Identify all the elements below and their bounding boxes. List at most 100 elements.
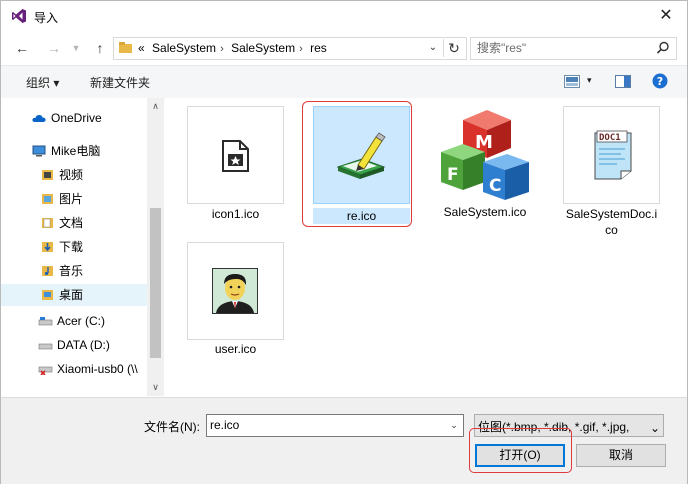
search-input[interactable] xyxy=(471,38,652,57)
sidebar-item-label: 视频 xyxy=(59,168,84,182)
refresh-button[interactable]: ↻ xyxy=(443,39,464,57)
view-options-icon[interactable] xyxy=(564,75,580,88)
sidebar-item-label: Mike电脑 xyxy=(51,144,101,158)
sidebar-item-computer[interactable]: Mike电脑 xyxy=(31,140,100,162)
icon1-file-icon xyxy=(222,140,249,172)
selection-highlight-box xyxy=(302,101,412,227)
arrow-up-icon: ↑ xyxy=(96,40,104,56)
pictures-folder-icon xyxy=(42,194,53,204)
sidebar-item-pictures[interactable]: 图片 xyxy=(41,188,83,210)
forward-button[interactable]: → xyxy=(43,37,65,59)
visual-studio-icon xyxy=(12,9,26,23)
downloads-folder-icon xyxy=(42,242,53,252)
chevron-down-icon: ⌄ xyxy=(650,421,661,435)
sidebar-item-label: Acer (C:) xyxy=(57,314,105,328)
chevron-down-icon: ▼ xyxy=(71,43,81,53)
breadcrumb-item[interactable]: res xyxy=(310,41,327,55)
drive-icon xyxy=(38,343,53,350)
chevron-right-icon[interactable]: › xyxy=(220,43,224,55)
breadcrumb-item[interactable]: SaleSystem xyxy=(152,41,216,55)
organize-menu[interactable]: 组织 ▾ xyxy=(26,74,59,91)
scroll-thumb[interactable] xyxy=(150,208,161,358)
sidebar-item-label: 文档 xyxy=(59,216,84,230)
svg-text:?: ? xyxy=(657,75,663,88)
file-item-user[interactable]: user.ico xyxy=(187,242,284,358)
video-folder-icon xyxy=(42,170,53,180)
sidebar-item-music[interactable]: 音乐 xyxy=(41,260,83,282)
scroll-up-button[interactable]: ∧ xyxy=(147,98,164,115)
search-box[interactable] xyxy=(470,37,677,60)
address-bar[interactable]: « SaleSystem › SaleSystem › res ⌄ ↻ xyxy=(113,37,467,60)
documents-folder-icon xyxy=(42,218,53,228)
arrow-right-icon: → xyxy=(47,40,61,56)
view-dropdown[interactable]: ▾ xyxy=(587,75,592,86)
chevron-down-icon: ⌄ xyxy=(428,42,438,53)
window-title: 导入 xyxy=(34,11,59,25)
sidebar-item-label: 桌面 xyxy=(59,288,84,302)
file-name: icon1.ico xyxy=(211,207,260,221)
chevron-up-icon: ∧ xyxy=(152,101,159,111)
recent-locations-button[interactable]: ▼ xyxy=(65,37,87,59)
file-name: SaleSystemDoc.i xyxy=(565,207,658,221)
svg-text:F: F xyxy=(447,165,459,185)
arrow-left-icon: ← xyxy=(15,40,29,56)
breadcrumb-overflow[interactable]: « xyxy=(138,41,145,55)
search-icon xyxy=(656,41,669,54)
svg-text:DOC1: DOC1 xyxy=(599,133,621,143)
file-list: icon1.ico re.ico M F C SaleSystem.ico DO… xyxy=(165,98,687,396)
filename-label: 文件名(N): xyxy=(144,420,200,434)
filename-combobox[interactable]: ⌄ xyxy=(206,414,464,437)
music-folder-icon xyxy=(42,266,53,276)
file-thumbnail xyxy=(187,106,284,204)
cloud-icon xyxy=(32,115,46,122)
sidebar-item-onedrive[interactable]: OneDrive xyxy=(31,107,102,129)
network-drive-icon xyxy=(38,366,53,375)
scroll-down-button[interactable]: ∨ xyxy=(147,379,164,396)
open-file-dialog: 导入 ✕ ← → ▼ ↑ « SaleSystem › SaleSystem › r… xyxy=(0,0,688,484)
sidebar-item-label: 音乐 xyxy=(59,264,84,278)
desktop-folder-icon xyxy=(42,290,53,300)
sidebar-item-label: 下载 xyxy=(59,240,84,254)
navigation-pane: OneDrive Mike电脑 视频 图片 文档 下载 音乐 桌面 Acer (… xyxy=(1,98,164,396)
sidebar-scrollbar[interactable]: ∧ ∨ xyxy=(147,98,164,396)
sidebar-item-drive-d[interactable]: DATA (D:) xyxy=(37,334,110,356)
sidebar-item-documents[interactable]: 文档 xyxy=(41,212,83,234)
file-thumbnail: DOC1 xyxy=(563,106,660,204)
folder-icon xyxy=(119,42,132,53)
chevron-down-icon: ⌄ xyxy=(450,420,458,430)
mfc-cubes-icon: M F C xyxy=(441,110,529,200)
sidebar-item-network-drive[interactable]: Xiaomi-usb0 (\\ xyxy=(37,358,138,380)
sidebar-item-drive-c[interactable]: Acer (C:) xyxy=(37,310,105,332)
chevron-down-icon: ∨ xyxy=(152,382,159,392)
cancel-button[interactable]: 取消 xyxy=(576,444,666,467)
file-item-icon1[interactable]: icon1.ico xyxy=(187,106,284,221)
computer-icon xyxy=(32,145,46,157)
file-name: SaleSystem.ico xyxy=(443,205,527,219)
filename-dropdown[interactable]: ⌄ xyxy=(447,417,461,433)
sidebar-item-downloads[interactable]: 下载 xyxy=(41,236,83,258)
back-button[interactable]: ← xyxy=(11,37,33,59)
address-dropdown[interactable]: ⌄ xyxy=(425,40,441,56)
command-bar: 组织 ▾ 新建文件夹 ▾ ? xyxy=(1,65,687,99)
breadcrumb-item[interactable]: SaleSystem xyxy=(231,41,295,55)
doc-file-icon: DOC1 xyxy=(594,130,632,180)
file-item-salesystemdoc[interactable]: DOC1 SaleSystemDoc.i co xyxy=(563,106,673,237)
navigation-bar: ← → ▼ ↑ « SaleSystem › SaleSystem › res ⌄ … xyxy=(1,34,687,62)
dialog-footer: 文件名(N): ⌄ 位图(*.bmp, *.dib, *.gif, *.jpg,… xyxy=(1,397,687,484)
help-icon[interactable]: ? xyxy=(652,73,668,89)
sidebar-item-videos[interactable]: 视频 xyxy=(41,164,83,186)
chevron-right-icon[interactable]: › xyxy=(299,43,303,55)
new-folder-button[interactable]: 新建文件夹 xyxy=(90,74,150,91)
preview-pane-icon[interactable] xyxy=(615,75,631,88)
caret-down-icon: ▾ xyxy=(587,75,592,85)
refresh-icon: ↻ xyxy=(448,40,460,56)
file-name-wrap: co xyxy=(605,223,618,237)
close-button[interactable]: ✕ xyxy=(651,4,681,28)
file-item-salesystem[interactable]: M F C SaleSystem.ico xyxy=(435,104,545,222)
filename-input[interactable] xyxy=(207,415,440,434)
sidebar-item-label: Xiaomi-usb0 (\\ xyxy=(57,362,138,376)
up-button[interactable]: ↑ xyxy=(89,37,111,59)
filetype-dropdown[interactable]: ⌄ xyxy=(647,415,663,436)
sidebar-item-desktop[interactable]: 桌面 xyxy=(1,284,147,306)
user-portrait-icon xyxy=(212,268,258,314)
